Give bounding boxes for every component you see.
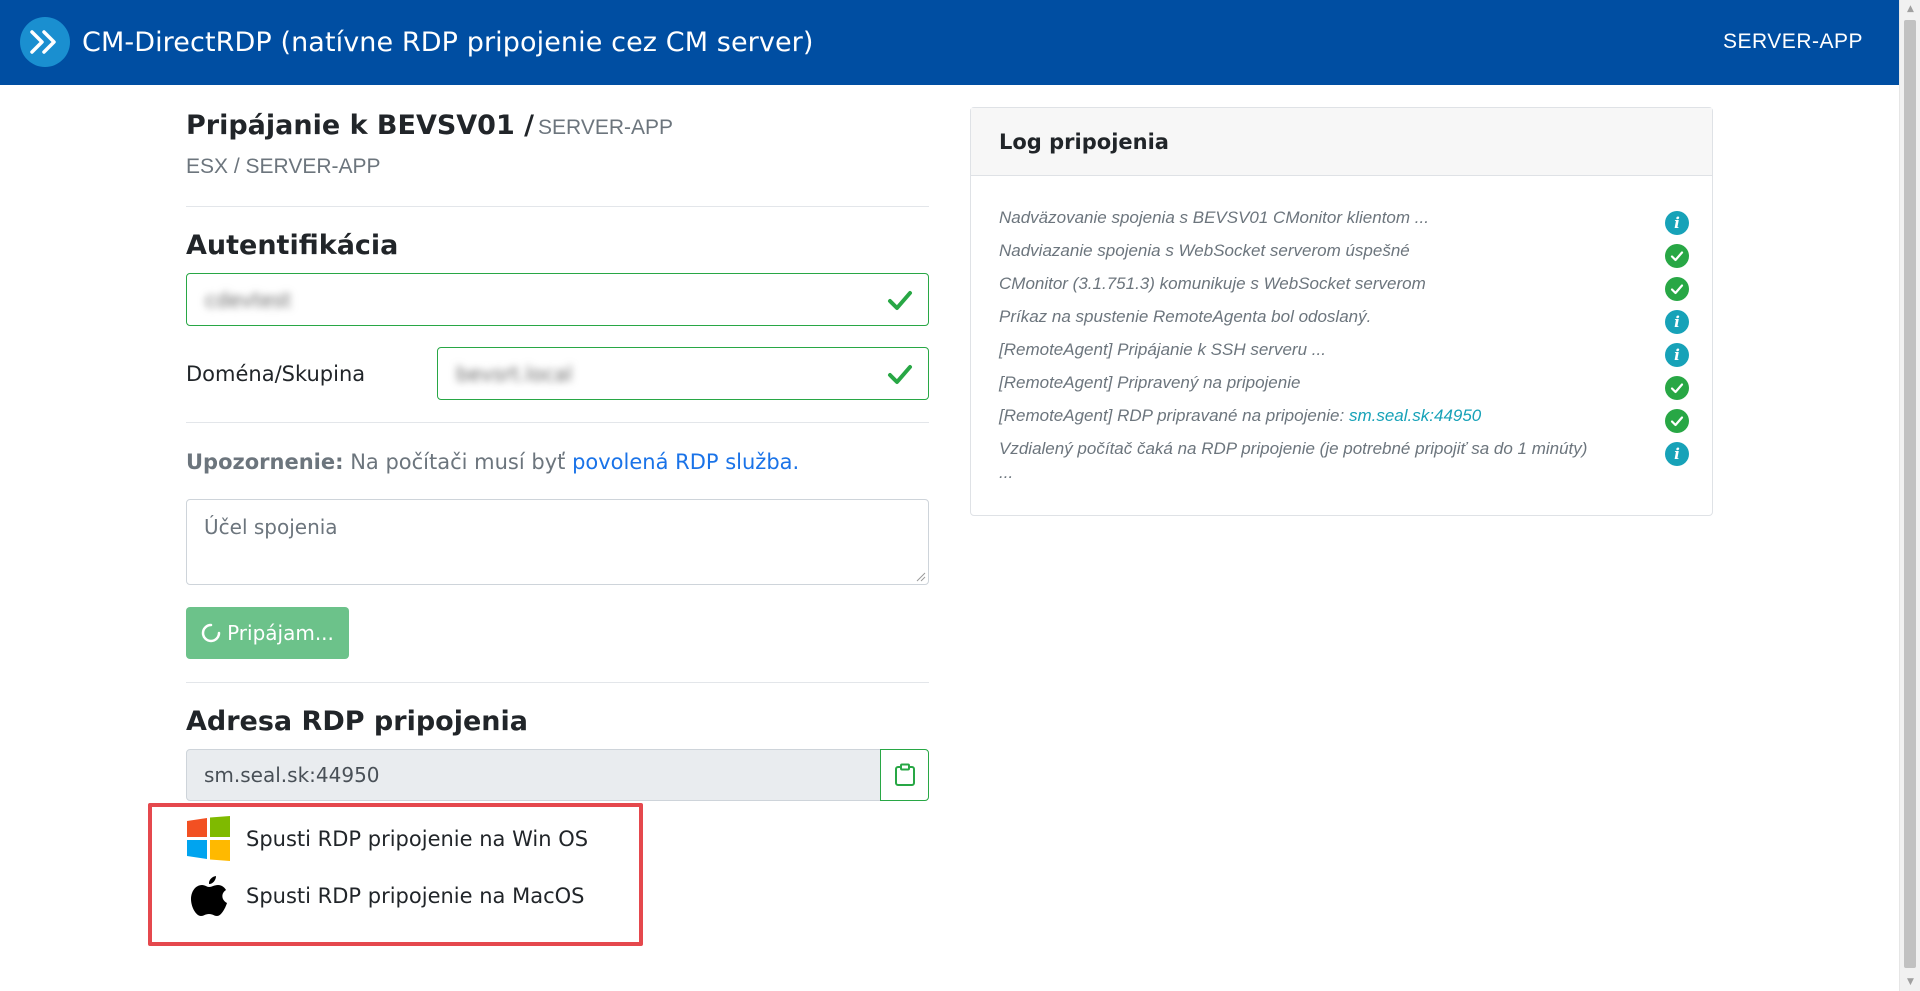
top-navbar: CM-DirectRDP (natívne RDP pripojenie cez… bbox=[0, 0, 1899, 85]
info-icon: i bbox=[1665, 442, 1689, 466]
connection-path: ESX / SERVER-APP bbox=[186, 155, 381, 178]
app-title: CM-DirectRDP (natívne RDP pripojenie cez… bbox=[82, 27, 814, 58]
resize-handle-icon[interactable] bbox=[914, 570, 926, 582]
connect-button[interactable]: Pripájam... bbox=[186, 607, 349, 659]
spinner-icon bbox=[201, 623, 221, 643]
scrollbar-thumb[interactable] bbox=[1904, 20, 1916, 968]
log-entry: [RemoteAgent] Pripájanie k SSH serveru .… bbox=[999, 336, 1689, 369]
log-entry: Nadviazanie spojenia s WebSocket servero… bbox=[999, 237, 1689, 270]
log-entry-text: [RemoteAgent] Pripravený na pripojenie bbox=[999, 373, 1301, 392]
scroll-up-arrow-icon[interactable]: ▲ bbox=[1900, 0, 1920, 18]
divider bbox=[186, 682, 929, 683]
rdp-warning: Upozornenie: Na počítači musí byť povole… bbox=[186, 450, 799, 474]
log-entry-text: CMonitor (3.1.751.3) komunikuje s WebSoc… bbox=[999, 274, 1426, 293]
launch-win-link[interactable]: Spusti RDP pripojenie na Win OS bbox=[186, 816, 588, 861]
log-entry-text: Nadviazanie spojenia s WebSocket servero… bbox=[999, 241, 1410, 260]
username-input[interactable]: cdevtest bbox=[186, 273, 929, 326]
purpose-placeholder: Účel spojenia bbox=[204, 515, 338, 539]
divider bbox=[186, 422, 929, 423]
log-list: Nadväzovanie spojenia s BEVSV01 CMonitor… bbox=[999, 204, 1689, 495]
launch-mac-label: Spusti RDP pripojenie na MacOS bbox=[246, 883, 585, 908]
log-entry-text: Príkaz na spustenie RemoteAgenta bol odo… bbox=[999, 307, 1372, 326]
info-icon: i bbox=[1665, 211, 1689, 235]
rdp-address-value: sm.seal.sk:44950 bbox=[204, 763, 380, 787]
launch-mac-link[interactable]: Spusti RDP pripojenie na MacOS bbox=[186, 873, 584, 918]
clipboard-icon bbox=[894, 763, 915, 786]
valid-check-icon bbox=[888, 365, 912, 384]
success-check-icon bbox=[1665, 244, 1689, 268]
log-entry: [RemoteAgent] Pripravený na pripojenie bbox=[999, 369, 1689, 402]
log-entry: Vzdialený počítač čaká na RDP pripojenie… bbox=[999, 435, 1689, 495]
launch-win-label: Spusti RDP pripojenie na Win OS bbox=[246, 826, 589, 851]
warning-text: Na počítači musí byť bbox=[350, 450, 566, 474]
connect-button-label: Pripájam... bbox=[227, 621, 334, 645]
domain-input[interactable]: bevsrt.local bbox=[437, 347, 929, 400]
page-scrollbar[interactable]: ▲ ▼ bbox=[1899, 0, 1920, 991]
warning-label: Upozornenie: bbox=[186, 450, 344, 474]
log-entry-text-main: Vzdialený počítač čaká na RDP pripojenie… bbox=[999, 439, 1588, 458]
connection-log-card: Log pripojenia Nadväzovanie spojenia s B… bbox=[970, 107, 1713, 516]
domain-value: bevsrt.local bbox=[456, 361, 573, 386]
scroll-down-arrow-icon[interactable]: ▼ bbox=[1900, 973, 1920, 991]
log-card-header: Log pripojenia bbox=[971, 108, 1712, 176]
log-entry-text: Vzdialený počítač čaká na RDP pripojenie… bbox=[999, 439, 1629, 483]
rdp-address-group: sm.seal.sk:44950 bbox=[186, 749, 929, 801]
log-entry: [RemoteAgent] RDP pripravané na pripojen… bbox=[999, 402, 1689, 435]
username-value: cdevtest bbox=[205, 287, 292, 312]
purpose-textarea[interactable]: Účel spojenia bbox=[186, 499, 929, 585]
log-entry-text: [RemoteAgent] Pripájanie k SSH serveru .… bbox=[999, 340, 1326, 359]
info-icon: i bbox=[1665, 343, 1689, 367]
connection-title-text: Pripájanie k BEVSV01 / bbox=[186, 110, 535, 141]
domain-label: Doména/Skupina bbox=[186, 362, 366, 386]
log-entry: Nadväzovanie spojenia s BEVSV01 CMonitor… bbox=[999, 204, 1689, 237]
windows-logo-icon bbox=[186, 816, 231, 861]
header-server-name: SERVER-APP bbox=[1723, 30, 1863, 53]
log-entry: CMonitor (3.1.751.3) komunikuje s WebSoc… bbox=[999, 270, 1689, 303]
log-entry-text: [RemoteAgent] RDP pripravané na pripojen… bbox=[999, 406, 1629, 426]
success-check-icon bbox=[1665, 376, 1689, 400]
rdp-address-heading: Adresa RDP pripojenia bbox=[186, 706, 528, 737]
connection-title: Pripájanie k BEVSV01 /SERVER-APP bbox=[186, 110, 673, 141]
auth-heading: Autentifikácia bbox=[186, 230, 399, 261]
success-check-icon bbox=[1665, 409, 1689, 433]
rdp-service-link[interactable]: povolená RDP služba. bbox=[572, 450, 799, 474]
double-chevron-right-icon bbox=[30, 30, 56, 54]
log-entry-text-continuation: ... bbox=[999, 463, 1014, 482]
log-entry: Príkaz na spustenie RemoteAgenta bol odo… bbox=[999, 303, 1689, 336]
apple-logo-icon bbox=[186, 873, 231, 918]
log-entry-text: Nadväzovanie spojenia s BEVSV01 CMonitor… bbox=[999, 208, 1429, 227]
connection-title-server: SERVER-APP bbox=[538, 116, 674, 139]
divider bbox=[186, 206, 929, 207]
log-entry-text-main: [RemoteAgent] RDP pripravané na pripojen… bbox=[999, 406, 1345, 425]
rdp-address-input[interactable]: sm.seal.sk:44950 bbox=[186, 749, 881, 801]
log-entry-address-link[interactable]: sm.seal.sk:44950 bbox=[1349, 406, 1481, 425]
app-logo-icon[interactable] bbox=[20, 17, 70, 67]
copy-address-button[interactable] bbox=[880, 749, 929, 801]
info-icon: i bbox=[1665, 310, 1689, 334]
valid-check-icon bbox=[888, 291, 912, 310]
success-check-icon bbox=[1665, 277, 1689, 301]
